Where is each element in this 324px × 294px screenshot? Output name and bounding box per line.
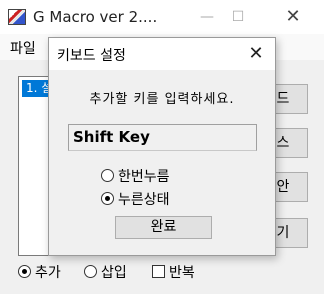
dialog-title-bar: 키보드 설정 ✕ xyxy=(49,38,275,70)
radio-press-once-label: 한번누름 xyxy=(118,169,170,185)
radio-press-once[interactable]: 한번누름 xyxy=(101,166,170,186)
radio-hold-indicator[interactable] xyxy=(101,192,114,205)
menu-file[interactable]: 파일 xyxy=(10,38,36,58)
radio-hold-label: 누른상태 xyxy=(118,192,170,208)
maximize-button[interactable]: ☐ xyxy=(215,0,261,34)
keyboard-settings-dialog: 키보드 설정 ✕ 추가할 키를 입력하세요. Shift Key 한번누름 누른… xyxy=(48,37,276,256)
radio-insert[interactable]: 삽입 xyxy=(84,262,127,282)
radio-hold[interactable]: 누른상태 xyxy=(101,189,170,209)
app-title: G Macro ver 2.... xyxy=(33,8,158,26)
checkbox-repeat[interactable]: 반복 xyxy=(152,262,195,282)
dialog-prompt: 추가할 키를 입력하세요. xyxy=(89,92,235,107)
dialog-title: 키보드 설정 xyxy=(57,48,126,64)
app-icon xyxy=(8,9,26,25)
radio-insert-label: 삽입 xyxy=(101,265,127,281)
key-input-field[interactable]: Shift Key xyxy=(68,124,257,151)
radio-add-indicator[interactable] xyxy=(18,265,31,278)
radio-insert-indicator[interactable] xyxy=(84,265,97,278)
done-button[interactable]: 완료 xyxy=(115,216,212,239)
checkbox-repeat-label: 반복 xyxy=(169,265,195,281)
radio-press-once-indicator[interactable] xyxy=(101,169,114,182)
radio-add[interactable]: 추가 xyxy=(18,262,61,282)
radio-add-label: 추가 xyxy=(35,265,61,281)
main-title-bar: G Macro ver 2.... — ☐ ✕ xyxy=(0,0,324,34)
dialog-close-button[interactable]: ✕ xyxy=(239,40,273,68)
close-button[interactable]: ✕ xyxy=(270,0,316,34)
checkbox-repeat-box[interactable] xyxy=(152,265,165,278)
